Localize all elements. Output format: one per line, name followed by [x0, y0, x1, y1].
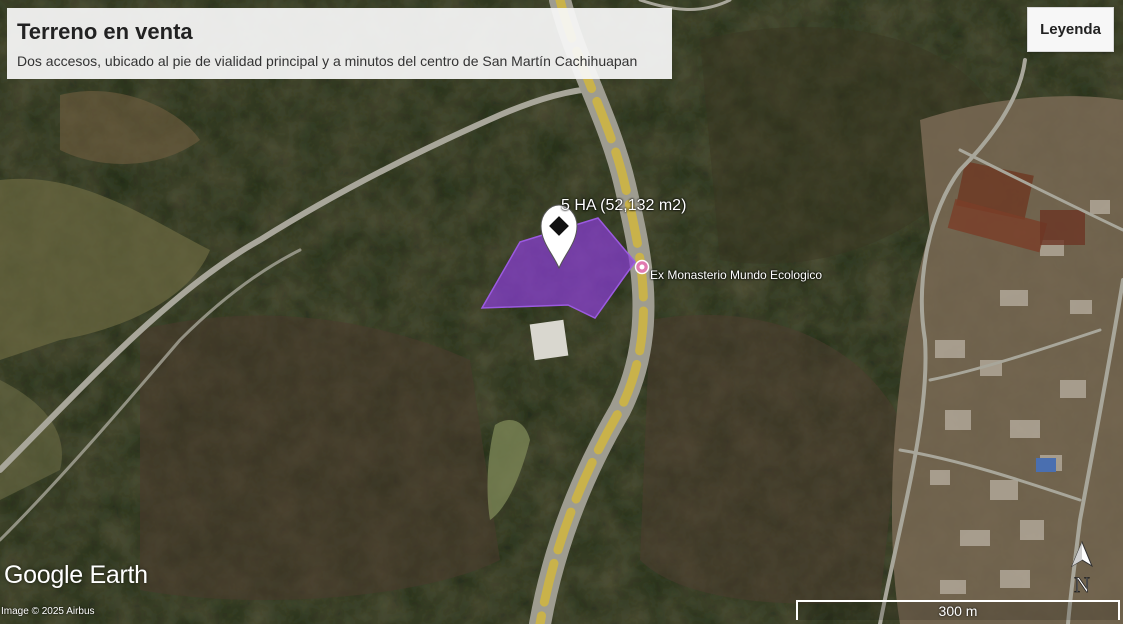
brand-text: Google Earth [4, 561, 148, 589]
pink-circle-pin-icon[interactable] [634, 259, 650, 275]
title-panel: Terreno en venta Dos accesos, ubicado al… [7, 8, 672, 79]
map-subtitle: Dos accesos, ubicado al pie de vialidad … [17, 53, 638, 69]
scale-label: 300 m [938, 603, 978, 619]
parcel-area-label: 5 HA (52,132 m2) [561, 197, 687, 214]
legend-button[interactable]: Leyenda [1027, 7, 1114, 52]
red-field [1040, 210, 1085, 245]
image-credit: Image © 2025 Airbus [1, 606, 95, 617]
brown-forest-patch [140, 315, 500, 600]
north-label: N [1074, 572, 1090, 597]
scale-bar: 300 m [796, 600, 1120, 620]
building-roof [529, 319, 569, 361]
north-arrow-icon[interactable]: N [1068, 540, 1096, 598]
blue-roof [1036, 458, 1056, 472]
poi-label[interactable]: Ex Monasterio Mundo Ecologico [650, 268, 822, 282]
satellite-map[interactable] [0, 0, 1123, 624]
google-earth-logo: Google Earth [4, 561, 148, 590]
map-title: Terreno en venta [17, 19, 193, 44]
